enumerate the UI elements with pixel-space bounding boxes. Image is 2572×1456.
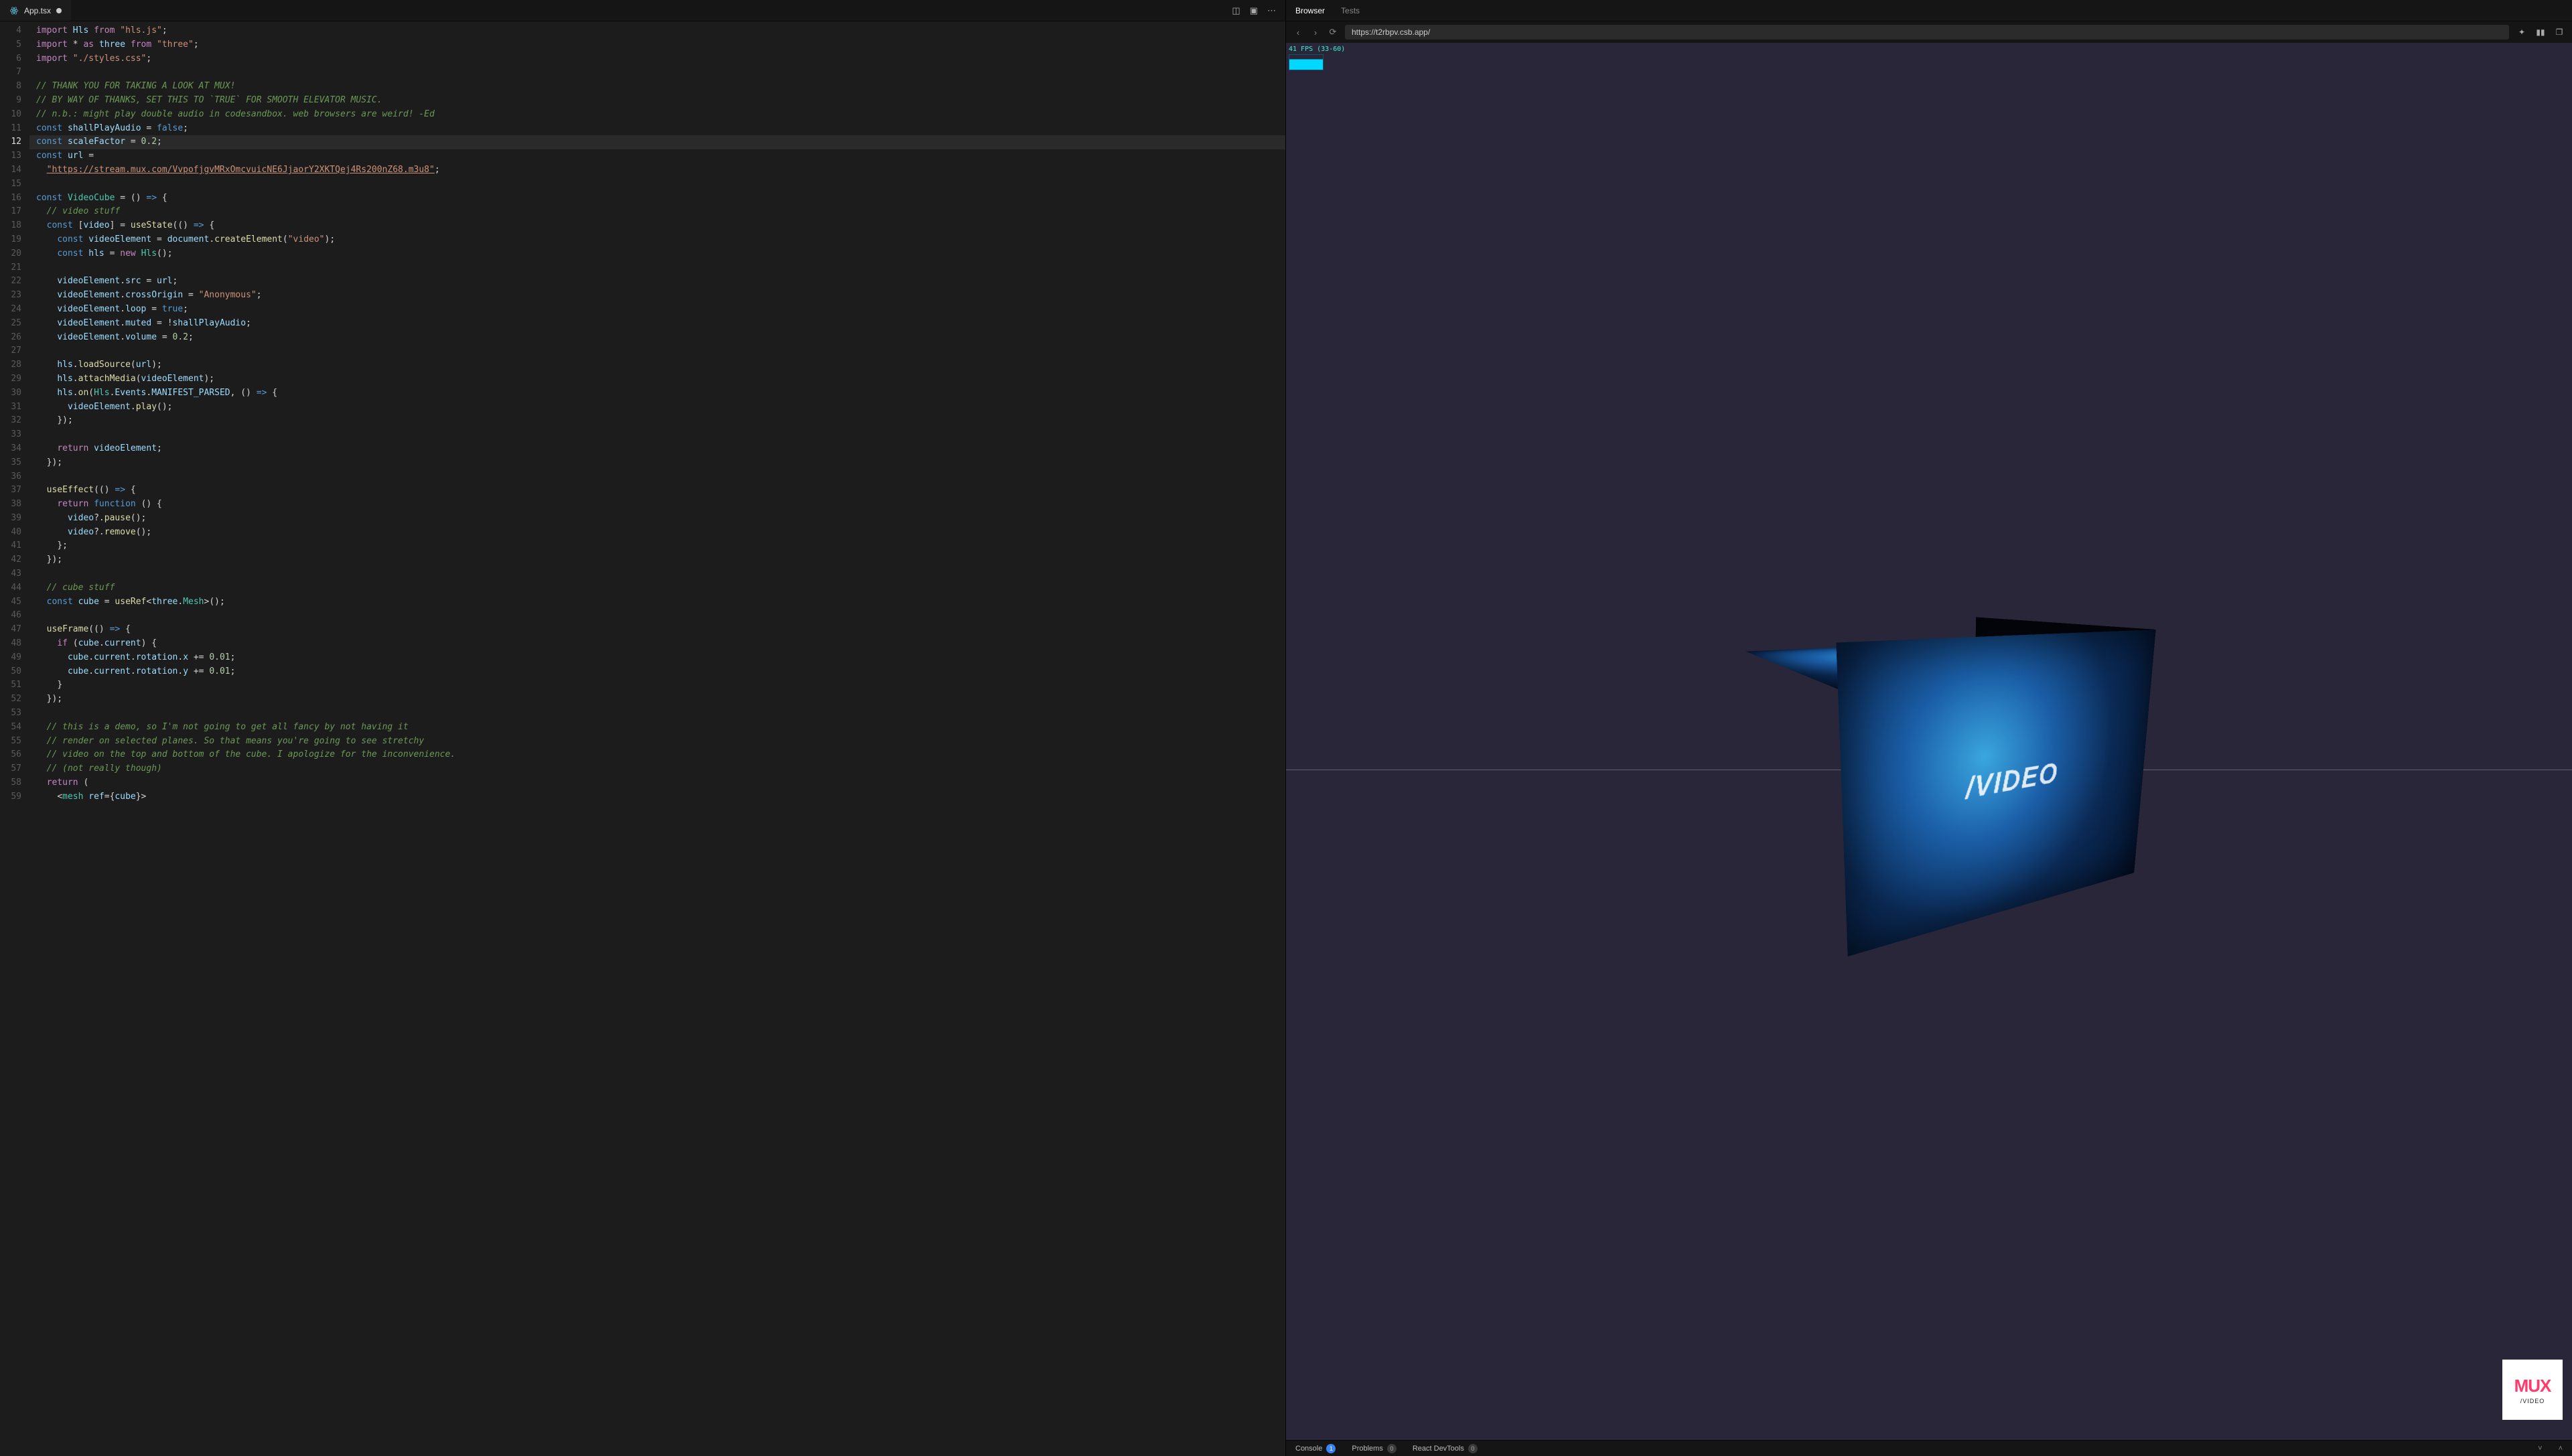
fps-graph xyxy=(1289,54,1324,70)
code-editor[interactable]: 4567891011121314151617181920212223242526… xyxy=(0,21,1285,1456)
code-line[interactable]: // video stuff xyxy=(36,205,1285,219)
logo-sub: /VIDEO xyxy=(2520,1398,2545,1404)
code-line[interactable]: hls.attachMedia(videoElement); xyxy=(36,372,1285,386)
editor-tabbar: App.tsx ◫ ▣ ⋯ xyxy=(0,0,1285,21)
reload-icon[interactable]: ⟳ xyxy=(1328,27,1338,38)
code-line[interactable]: if (cube.current) { xyxy=(36,637,1285,651)
code-line[interactable]: return ( xyxy=(36,776,1285,790)
code-line[interactable]: <mesh ref={cube}> xyxy=(36,790,1285,804)
code-line[interactable]: const scaleFactor = 0.2; xyxy=(29,135,1285,149)
code-line[interactable]: }); xyxy=(36,553,1285,567)
code-line[interactable]: "https://stream.mux.com/VvpofjgvMRxOmcvu… xyxy=(36,163,1285,177)
code-line[interactable]: const videoElement = document.createElem… xyxy=(36,233,1285,247)
code-line[interactable]: videoElement.src = url; xyxy=(36,275,1285,289)
tab-browser[interactable]: Browser xyxy=(1295,6,1325,15)
code-line[interactable]: videoElement.loop = true; xyxy=(36,303,1285,317)
code-line[interactable]: video?.pause(); xyxy=(36,512,1285,526)
open-window-icon[interactable]: ❐ xyxy=(2553,26,2565,38)
react-file-icon xyxy=(9,6,19,15)
url-input[interactable] xyxy=(1345,25,2509,40)
nav-back-icon[interactable]: ‹ xyxy=(1293,27,1303,38)
code-line[interactable]: hls.loadSource(url); xyxy=(36,358,1285,372)
code-line[interactable]: const cube = useRef<three.Mesh>(); xyxy=(36,595,1285,609)
tab-tests[interactable]: Tests xyxy=(1341,6,1360,15)
code-line[interactable]: const url = xyxy=(36,149,1285,163)
tab-filename: App.tsx xyxy=(24,6,51,15)
layout-icon[interactable]: ▮▮ xyxy=(2534,26,2547,38)
code-line[interactable]: }); xyxy=(36,456,1285,470)
code-line[interactable]: // n.b.: might play double audio in code… xyxy=(36,108,1285,122)
code-line[interactable]: videoElement.crossOrigin = "Anonymous"; xyxy=(36,289,1285,303)
code-line[interactable]: // THANK YOU FOR TAKING A LOOK AT MUX! xyxy=(36,80,1285,94)
file-tab[interactable]: App.tsx xyxy=(0,0,71,21)
address-bar: ‹ › ⟳ ✦ ▮▮ ❐ xyxy=(1286,21,2572,43)
code-line[interactable]: }); xyxy=(36,414,1285,428)
code-line[interactable]: const shallPlayAudio = false; xyxy=(36,122,1285,136)
code-line[interactable] xyxy=(36,609,1285,623)
console-tab[interactable]: Console 1 xyxy=(1295,1444,1336,1453)
bottom-panel: Console 1 Problems 0 React DevTools 0 ˅ … xyxy=(1286,1440,2572,1456)
panel-expand-icon[interactable]: ˄ xyxy=(2559,1445,2563,1453)
code-line[interactable]: return function () { xyxy=(36,498,1285,512)
code-line[interactable]: cube.current.rotation.y += 0.01; xyxy=(36,665,1285,679)
mux-logo: MUX /VIDEO xyxy=(2502,1360,2563,1420)
nav-forward-icon[interactable]: › xyxy=(1310,27,1321,38)
code-line[interactable]: // BY WAY OF THANKS, SET THIS TO `TRUE` … xyxy=(36,94,1285,108)
problems-count-badge: 0 xyxy=(1387,1444,1397,1453)
preview-canvas[interactable]: 41 FPS (33-60) /VIDEO /VIDEO /VIDEO MUX … xyxy=(1286,43,2572,1440)
code-area[interactable]: import Hls from "hls.js";import * as thr… xyxy=(29,21,1285,1456)
code-line[interactable] xyxy=(36,66,1285,80)
code-line[interactable]: }); xyxy=(36,693,1285,707)
preview-tabs: Browser Tests xyxy=(1286,0,2572,21)
more-icon[interactable]: ⋯ xyxy=(1267,5,1276,16)
code-line[interactable]: videoElement.muted = !shallPlayAudio; xyxy=(36,317,1285,331)
fps-text: 41 FPS (33-60) xyxy=(1289,46,1345,53)
code-line[interactable]: }; xyxy=(36,539,1285,553)
code-line[interactable] xyxy=(36,707,1285,721)
code-line[interactable]: import "./styles.css"; xyxy=(36,52,1285,66)
code-line[interactable]: video?.remove(); xyxy=(36,526,1285,540)
react-devtools-tab[interactable]: React DevTools 0 xyxy=(1413,1444,1478,1453)
code-line[interactable]: const [video] = useState(() => { xyxy=(36,219,1285,233)
code-line[interactable] xyxy=(36,470,1285,484)
editor-pane: App.tsx ◫ ▣ ⋯ 45678910111213141516171819… xyxy=(0,0,1286,1456)
fps-overlay: 41 FPS (33-60) xyxy=(1289,46,1345,70)
panel-collapse-icon[interactable]: ˅ xyxy=(2538,1445,2542,1453)
code-line[interactable]: import * as three from "three"; xyxy=(36,38,1285,52)
code-line[interactable] xyxy=(36,261,1285,275)
code-line[interactable]: videoElement.volume = 0.2; xyxy=(36,331,1285,345)
line-gutter: 4567891011121314151617181920212223242526… xyxy=(0,21,29,1456)
problems-tab[interactable]: Problems 0 xyxy=(1352,1444,1396,1453)
editor-actions: ◫ ▣ ⋯ xyxy=(1232,5,1285,16)
preview-pane: Browser Tests ‹ › ⟳ ✦ ▮▮ ❐ 41 FPS (33-60… xyxy=(1286,0,2572,1456)
code-line[interactable]: useEffect(() => { xyxy=(36,484,1285,498)
code-line[interactable]: videoElement.play(); xyxy=(36,401,1285,415)
cube-face-front: /VIDEO xyxy=(1836,630,2155,956)
code-line[interactable] xyxy=(36,344,1285,358)
code-line[interactable]: // video on the top and bottom of the cu… xyxy=(36,748,1285,762)
code-line[interactable]: // render on selected planes. So that me… xyxy=(36,735,1285,749)
code-line[interactable]: return videoElement; xyxy=(36,442,1285,456)
code-line[interactable] xyxy=(36,177,1285,192)
code-line[interactable]: // cube stuff xyxy=(36,581,1285,595)
logo-brand: MUX xyxy=(2514,1376,2551,1396)
panel-icon[interactable]: ▣ xyxy=(1250,5,1258,16)
code-line[interactable]: hls.on(Hls.Events.MANIFEST_PARSED, () =>… xyxy=(36,386,1285,401)
code-line[interactable]: } xyxy=(36,678,1285,693)
video-cube: /VIDEO /VIDEO /VIDEO xyxy=(1785,628,2073,855)
split-editor-icon[interactable]: ◫ xyxy=(1232,5,1240,16)
cursor-tool-icon[interactable]: ✦ xyxy=(2516,26,2528,38)
code-line[interactable] xyxy=(36,428,1285,442)
code-line[interactable]: cube.current.rotation.x += 0.01; xyxy=(36,651,1285,665)
code-line[interactable]: useFrame(() => { xyxy=(36,623,1285,637)
code-line[interactable] xyxy=(36,567,1285,581)
code-line[interactable]: import Hls from "hls.js"; xyxy=(36,24,1285,38)
code-line[interactable]: // (not really though) xyxy=(36,762,1285,776)
code-line[interactable]: // this is a demo, so I'm not going to g… xyxy=(36,721,1285,735)
code-line[interactable]: const VideoCube = () => { xyxy=(36,192,1285,206)
unsaved-dot-icon xyxy=(56,8,62,13)
code-line[interactable]: const hls = new Hls(); xyxy=(36,247,1285,261)
devtools-count-badge: 0 xyxy=(1468,1444,1478,1453)
console-count-badge: 1 xyxy=(1326,1444,1336,1453)
